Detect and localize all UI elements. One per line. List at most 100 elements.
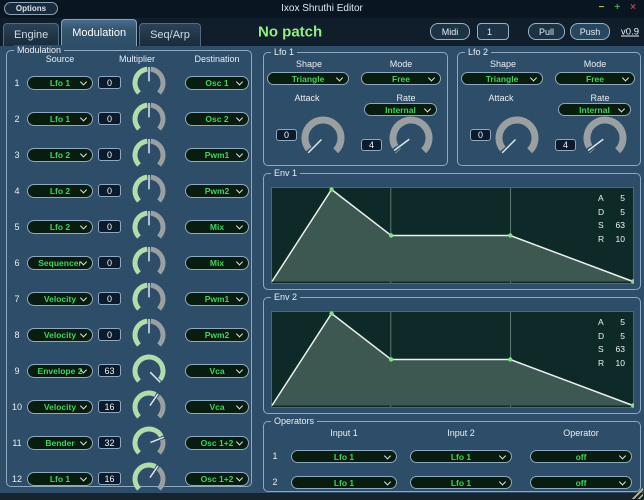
operator-input2-select[interactable]: Lfo 1 (410, 450, 512, 463)
lfo2-rate-field[interactable]: 4 (555, 139, 576, 151)
mod-amount-knob[interactable] (132, 66, 166, 100)
mod-source-select[interactable]: Lfo 2 (27, 148, 93, 162)
mod-destination-select[interactable]: Mix (185, 256, 249, 270)
mod-amount-knob[interactable] (132, 318, 166, 352)
mod-amount-field[interactable]: 0 (98, 76, 121, 89)
lfo1-shape-select[interactable]: Triangle (267, 72, 349, 85)
mod-amount-knob[interactable] (132, 354, 166, 388)
close-icon[interactable]: × (630, 2, 636, 14)
lfo1-attack-knob[interactable] (301, 116, 345, 160)
mod-amount-field[interactable]: 16 (98, 472, 121, 485)
env2-group-label: Env 2 (271, 292, 300, 303)
mod-amount-knob[interactable] (132, 174, 166, 208)
mod-source-select[interactable]: Bender (27, 436, 93, 450)
mod-source-select[interactable]: Lfo 2 (27, 184, 93, 198)
chevron-down-icon (384, 452, 391, 459)
lfo2-rate-source-select[interactable]: Internal (558, 103, 631, 116)
env1-display[interactable]: A5D5S63R10 (271, 187, 634, 284)
mod-destination-select[interactable]: Pwm1 (185, 148, 249, 162)
env2-adsr-values: A5D5S63R10 (598, 316, 625, 370)
mod-destination-select[interactable]: Pwm2 (185, 328, 249, 342)
midi-channel-select[interactable]: 1 (477, 23, 509, 40)
mod-source-select[interactable]: Lfo 1 (27, 472, 93, 486)
lfo2-rate-knob[interactable] (583, 116, 627, 160)
mod-source-select[interactable]: Envelope 2 (27, 364, 93, 378)
mod-amount-knob[interactable] (132, 246, 166, 280)
mod-amount-knob[interactable] (132, 102, 166, 136)
mod-amount-knob[interactable] (132, 282, 166, 316)
operator-op-select[interactable]: off (530, 450, 632, 463)
lfo2-group: Lfo 2 Shape Mode Triangle Free Attack Ra… (457, 52, 641, 166)
mod-amount-field[interactable]: 0 (98, 184, 121, 197)
mod-destination-select[interactable]: Vca (185, 400, 249, 414)
env2-display[interactable]: A5D5S63R10 (271, 311, 634, 408)
lfo2-mode-select[interactable]: Free (555, 72, 635, 85)
lfo2-shape-label: Shape (463, 59, 543, 69)
adsr-param-value: 5 (620, 192, 625, 206)
pull-button[interactable]: Pull (528, 23, 565, 40)
maximize-icon[interactable]: + (614, 2, 620, 14)
mod-amount-field[interactable]: 63 (98, 364, 121, 377)
operator-row-number: 1 (270, 451, 280, 461)
chevron-down-icon (80, 474, 87, 481)
mod-amount-field[interactable]: 0 (98, 148, 121, 161)
mod-row: 5 Lfo 2 0 Mix (7, 209, 251, 245)
lfo2-shape-select[interactable]: Triangle (461, 72, 543, 85)
mod-source-select[interactable]: Lfo 2 (27, 220, 93, 234)
lfo2-attack-label: Attack (466, 93, 536, 103)
adsr-param-label: D (598, 206, 604, 220)
tab-modulation[interactable]: Modulation (61, 19, 137, 46)
mod-amount-field[interactable]: 0 (98, 112, 121, 125)
mod-amount-knob[interactable] (132, 390, 166, 424)
mod-destination-select[interactable]: Mix (185, 220, 249, 234)
minimize-icon[interactable]: − (598, 2, 604, 14)
mod-amount-knob[interactable] (132, 210, 166, 244)
midi-button[interactable]: Midi (430, 23, 470, 40)
mod-amount-knob[interactable] (132, 462, 166, 496)
lfo1-rate-field[interactable]: 4 (361, 139, 382, 151)
mod-destination-select[interactable]: Osc 1 (185, 76, 249, 90)
mod-destination-select[interactable]: Pwm1 (185, 292, 249, 306)
mod-amount-field[interactable]: 0 (98, 328, 121, 341)
operator-op-select[interactable]: off (530, 476, 632, 489)
mod-amount-field[interactable]: 0 (98, 220, 121, 233)
lfo2-attack-field[interactable]: 0 (470, 129, 491, 141)
tab-engine[interactable]: Engine (3, 23, 59, 46)
mod-source-select[interactable]: Velocity (27, 400, 93, 414)
mod-source-value: Bender (45, 438, 74, 448)
tab-seq-arp[interactable]: Seq/Arp (139, 23, 201, 46)
operator-input1-select[interactable]: Lfo 1 (291, 450, 397, 463)
bottom-frame (0, 493, 644, 500)
lfo1-attack-field[interactable]: 0 (276, 129, 297, 141)
adsr-param: D5 (598, 206, 625, 220)
mod-amount-knob[interactable] (132, 426, 166, 460)
operator-input1-select[interactable]: Lfo 1 (291, 476, 397, 489)
mod-destination-select[interactable]: Pwm2 (185, 184, 249, 198)
mod-source-select[interactable]: Velocity (27, 328, 93, 342)
mod-destination-select[interactable]: Osc 1+2 (185, 436, 249, 450)
push-button[interactable]: Push (570, 23, 610, 40)
operator-row: 1 Lfo 1 Lfo 1 off (264, 450, 640, 463)
mod-amount-field[interactable]: 0 (98, 292, 121, 305)
lfo1-rate-source-select[interactable]: Internal (364, 103, 437, 116)
mod-source-select[interactable]: Sequencer (27, 256, 93, 270)
mod-destination-select[interactable]: Vca (185, 364, 249, 378)
mod-destination-select[interactable]: Osc 1+2 (185, 472, 249, 486)
lfo1-rate-knob[interactable] (389, 116, 433, 160)
mod-amount-knob[interactable] (132, 138, 166, 172)
version-link[interactable]: v0.9 (621, 27, 639, 38)
mod-amount-field[interactable]: 16 (98, 400, 121, 413)
mod-source-select[interactable]: Velocity (27, 292, 93, 306)
lfo1-mode-select[interactable]: Free (361, 72, 441, 85)
lfo2-attack-knob[interactable] (495, 116, 539, 160)
mod-destination-value: Pwm1 (205, 150, 230, 160)
mod-source-select[interactable]: Lfo 1 (27, 112, 93, 126)
mod-source-select[interactable]: Lfo 1 (27, 76, 93, 90)
lfo2-rate-label: Rate (570, 93, 630, 103)
mod-amount-field[interactable]: 32 (98, 436, 121, 449)
mod-destination-select[interactable]: Osc 2 (185, 112, 249, 126)
tab-bar-tabs: Engine Modulation Seq/Arp (3, 19, 201, 46)
operator-input2-select[interactable]: Lfo 1 (410, 476, 512, 489)
adsr-param: R10 (598, 357, 625, 371)
mod-amount-field[interactable]: 0 (98, 256, 121, 269)
